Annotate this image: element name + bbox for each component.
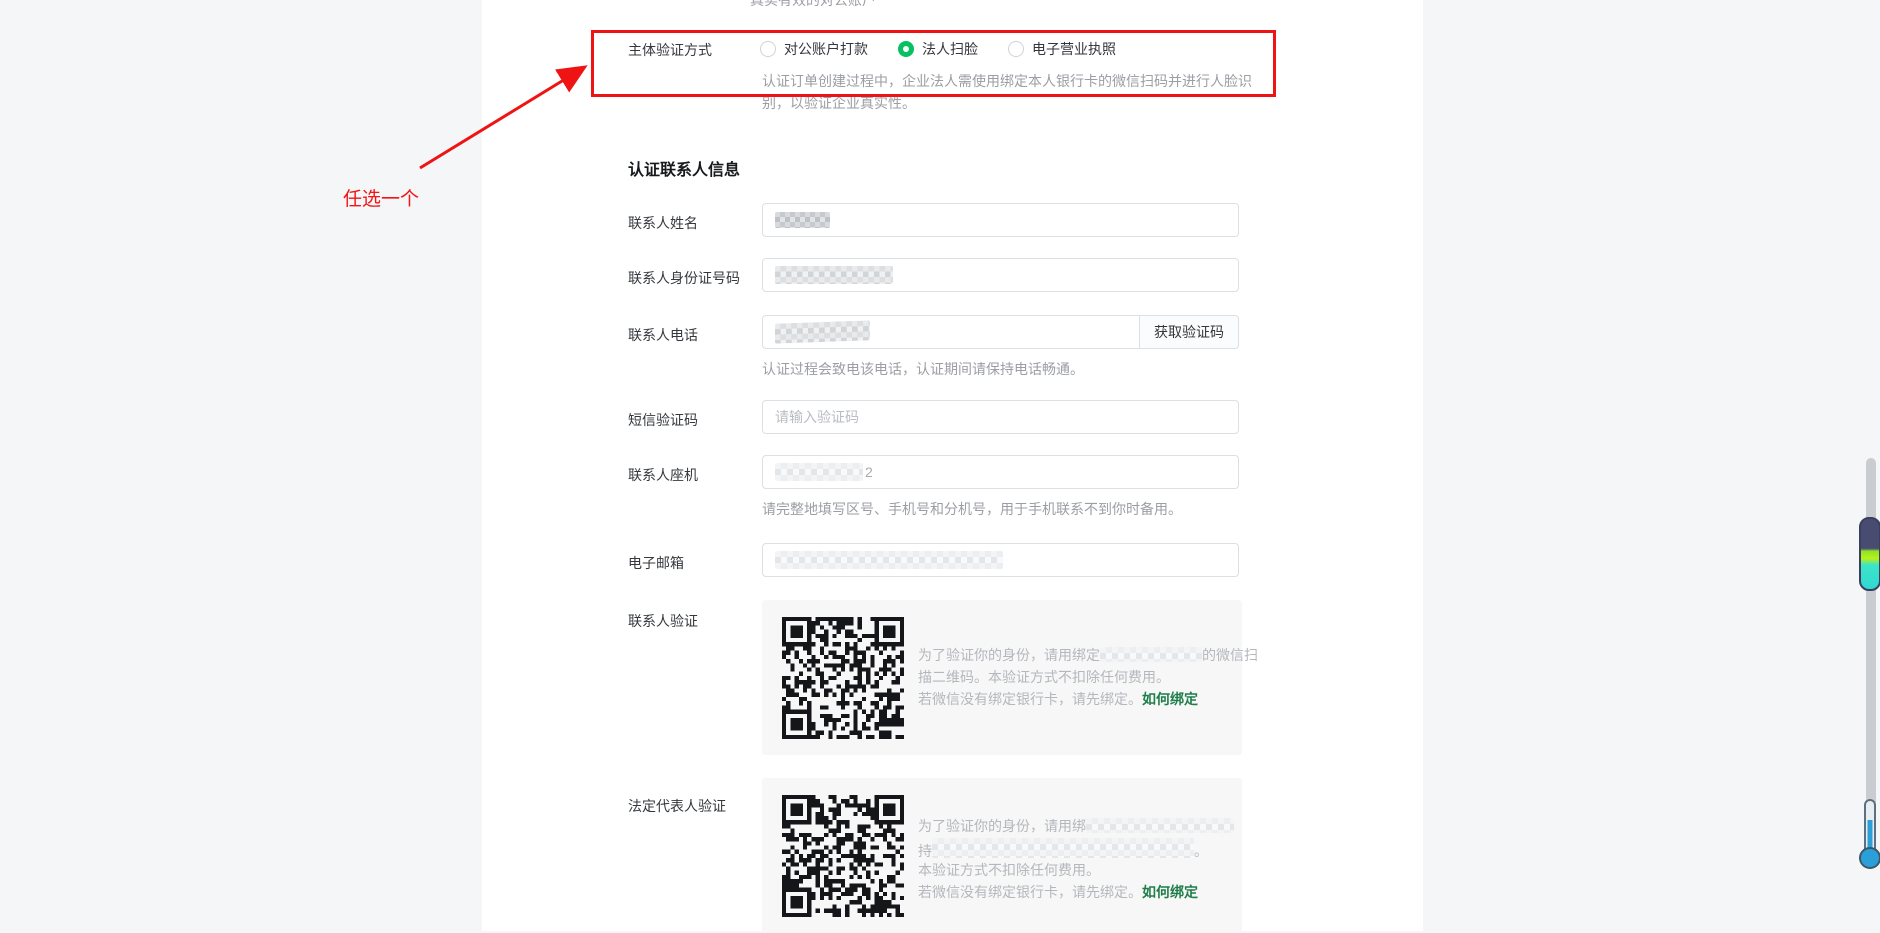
radio-label: 对公账户打款 (784, 39, 868, 59)
sms-code-input[interactable] (762, 400, 1239, 434)
legal-verify-line2: 持。 (918, 838, 1208, 861)
contact-verify-panel: 为了验证你的身份，请用绑定的微信扫 描二维码。本验证方式不扣除任何费用。 若微信… (762, 600, 1242, 755)
radio-electronic-license[interactable]: 电子营业执照 (1008, 39, 1116, 59)
id-number-input[interactable] (762, 258, 1239, 292)
section-heading: 认证联系人信息 (628, 156, 740, 180)
legal-verify-line4: 若微信没有绑定银行卡，请先绑定。如何绑定 (918, 882, 1198, 902)
sms-code-label: 短信验证码 (628, 410, 698, 430)
name-redaction-mosaic (775, 212, 830, 228)
contact-verify-line2: 描二维码。本验证方式不扣除任何费用。 (918, 667, 1170, 687)
legal-verify-line1: 为了验证你的身份，请用绑 (918, 816, 1234, 836)
radio-label: 电子营业执照 (1032, 39, 1116, 59)
email-redaction-mosaic (775, 551, 1003, 569)
email-label: 电子邮箱 (628, 553, 684, 573)
radio-circle-icon (1008, 41, 1024, 57)
landline-label: 联系人座机 (628, 465, 698, 485)
landline-redaction-mosaic (775, 463, 863, 481)
clipped-top-text: 真实有效的对公账户 (750, 0, 1010, 9)
legal-verify-line3: 本验证方式不扣除任何费用。 (918, 860, 1100, 880)
contact-verify-label: 联系人验证 (628, 611, 698, 631)
name-label: 联系人姓名 (628, 213, 698, 233)
id-number-label: 联系人身份证号码 (628, 268, 740, 288)
legal-verify-panel: 为了验证你的身份，请用绑 持。 本验证方式不扣除任何费用。 若微信没有绑定银行卡… (762, 778, 1242, 933)
contact-verify-qr-code (782, 617, 904, 739)
page: { "top_clipped_text": "真实有效的对公账户", "anno… (0, 0, 1880, 931)
legal-verify-qr-code (782, 795, 904, 917)
method-desc-line1: 认证订单创建过程中，企业法人需使用绑定本人银行卡的微信扫码并进行人脸识 (762, 71, 1252, 91)
contact-verify-line3: 若微信没有绑定银行卡，请先绑定。如何绑定 (918, 689, 1198, 709)
thermometer-indicator (1855, 798, 1880, 870)
name-input[interactable] (762, 203, 1239, 237)
annotation-label: 任选一个 (343, 184, 419, 211)
email-input[interactable] (762, 543, 1239, 577)
how-to-bind-link[interactable]: 如何绑定 (1142, 691, 1198, 707)
contact-verify-line1: 为了验证你的身份，请用绑定的微信扫 (918, 645, 1258, 665)
how-to-bind-link[interactable]: 如何绑定 (1142, 884, 1198, 900)
radio-circle-icon (760, 41, 776, 57)
get-sms-code-button[interactable]: 获取验证码 (1139, 315, 1239, 349)
landline-visible-fragment: 2 (865, 464, 873, 480)
contact-verify-redaction-mosaic (1100, 647, 1202, 662)
legal-verify-label: 法定代表人验证 (628, 796, 726, 816)
method-radio-group: 对公账户打款 法人扫脸 电子营业执照 (760, 39, 1146, 59)
radio-circle-icon (898, 41, 914, 57)
phone-label: 联系人电话 (628, 325, 698, 345)
radio-label: 法人扫脸 (922, 39, 978, 59)
method-label: 主体验证方式 (628, 40, 712, 60)
phone-helper: 认证过程会致电该电话，认证期间请保持电话畅通。 (762, 359, 1084, 379)
scroll-indicator-capsule (1859, 517, 1880, 591)
landline-helper: 请完整地填写区号、手机号和分机号，用于手机联系不到你时备用。 (762, 499, 1182, 519)
radio-legal-face-scan[interactable]: 法人扫脸 (898, 39, 978, 59)
phone-input[interactable] (762, 315, 1140, 349)
landline-input[interactable]: 2 (762, 455, 1239, 489)
radio-corporate-payment[interactable]: 对公账户打款 (760, 39, 868, 59)
phone-redaction-mosaic (775, 320, 870, 343)
scrollbar-thumb[interactable] (1866, 458, 1876, 806)
legal-verify-redaction-mosaic1 (1086, 818, 1234, 833)
id-number-redaction-mosaic (775, 266, 893, 284)
method-desc-line2: 别，以验证企业真实性。 (762, 93, 916, 113)
legal-verify-redaction-mosaic2 (932, 838, 1194, 858)
